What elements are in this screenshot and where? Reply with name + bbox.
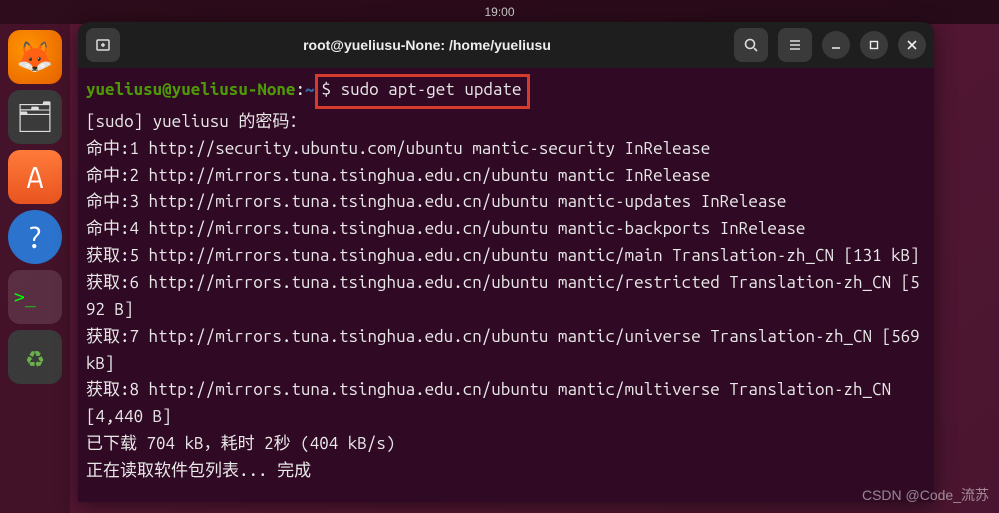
output-line: [sudo] yueliusu 的密码： <box>86 109 926 136</box>
output-line: 命中:4 http://mirrors.tuna.tsinghua.edu.cn… <box>86 216 926 243</box>
titlebar: root@yueliusu-None: /home/yueliusu <box>78 22 934 68</box>
terminal-window: root@yueliusu-None: /home/yueliusu yueli… <box>78 22 934 502</box>
command-highlight: $ sudo apt-get update <box>315 74 531 109</box>
dock-firefox-icon[interactable]: 🦊 <box>8 30 62 84</box>
output-line: 已下载 704 kB，耗时 2秒 (404 kB/s) <box>86 431 926 458</box>
new-tab-button[interactable] <box>86 28 120 62</box>
command-text: sudo apt-get update <box>341 80 522 99</box>
prompt-user: yueliusu@yueliusu-None <box>86 80 295 99</box>
prompt-path: ~ <box>305 80 315 99</box>
minimize-button[interactable] <box>822 31 850 59</box>
dock-files-icon[interactable]: 🗂 <box>8 90 62 144</box>
dock-terminal-icon[interactable]: >_ <box>8 270 62 324</box>
output-line: 获取:6 http://mirrors.tuna.tsinghua.edu.cn… <box>86 270 926 324</box>
output-line: 命中:1 http://security.ubuntu.com/ubuntu m… <box>86 136 926 163</box>
window-title: root@yueliusu-None: /home/yueliusu <box>128 37 726 53</box>
hamburger-menu-button[interactable] <box>778 28 812 62</box>
watermark: CSDN @Code_流苏 <box>862 485 989 505</box>
prompt-symbol: $ <box>322 80 332 99</box>
output-line: 命中:2 http://mirrors.tuna.tsinghua.edu.cn… <box>86 163 926 190</box>
output-line: 获取:8 http://mirrors.tuna.tsinghua.edu.cn… <box>86 377 926 431</box>
output-line: 命中:3 http://mirrors.tuna.tsinghua.edu.cn… <box>86 189 926 216</box>
maximize-button[interactable] <box>860 31 888 59</box>
clock: 19:00 <box>484 5 514 19</box>
search-button[interactable] <box>734 28 768 62</box>
top-panel: 19:00 <box>0 0 999 24</box>
dock-help-icon[interactable]: ? <box>8 210 62 264</box>
dock-trash-icon[interactable]: ♻ <box>8 330 62 384</box>
output-line: 获取:7 http://mirrors.tuna.tsinghua.edu.cn… <box>86 324 926 378</box>
prompt-sep: : <box>295 80 305 99</box>
terminal-body[interactable]: yueliusu@yueliusu-None:~$ sudo apt-get u… <box>78 68 934 502</box>
output-line: 获取:5 http://mirrors.tuna.tsinghua.edu.cn… <box>86 243 926 270</box>
close-button[interactable] <box>898 31 926 59</box>
dock-software-icon[interactable]: A <box>8 150 62 204</box>
output-line: 正在读取软件包列表... 完成 <box>86 458 926 485</box>
dock: 🦊 🗂 A ? >_ ♻ <box>0 24 70 513</box>
